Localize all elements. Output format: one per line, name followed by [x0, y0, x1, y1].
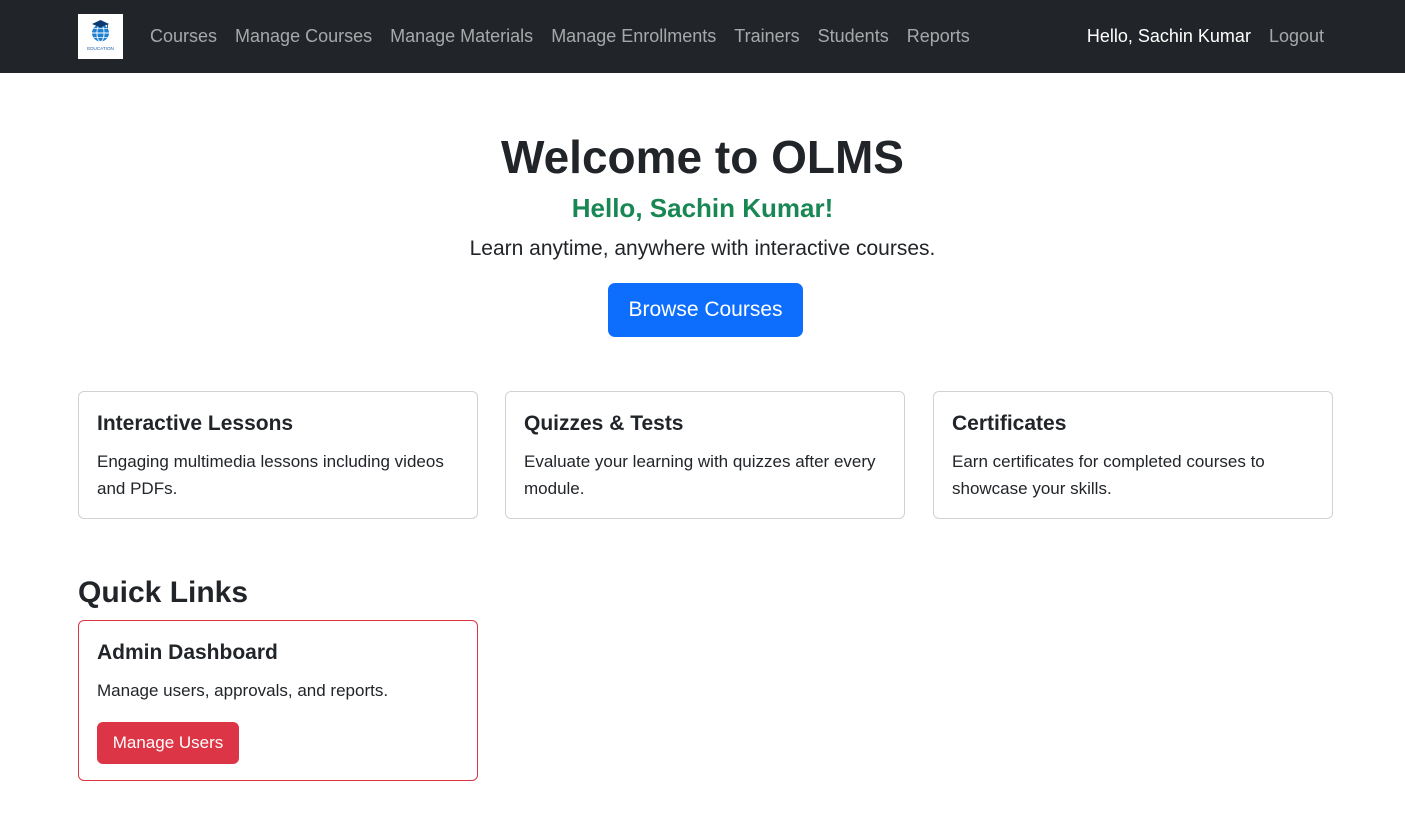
nav-link-manage-enrollments[interactable]: Manage Enrollments — [551, 26, 716, 47]
hero-tagline: Learn anytime, anywhere with interactive… — [469, 237, 936, 260]
feature-card-quizzes-tests: Quizzes & Tests Evaluate your learning w… — [505, 391, 905, 519]
admin-card-title: Admin Dashboard — [97, 641, 278, 664]
manage-users-button[interactable]: Manage Users — [97, 722, 239, 764]
top-navbar: EDUCATION Courses Manage Courses Manage … — [0, 0, 1405, 73]
nav-links: Courses Manage Courses Manage Materials … — [150, 0, 988, 73]
quick-links-heading: Quick Links — [78, 576, 249, 609]
feature-card-interactive-lessons: Interactive Lessons Engaging multimedia … — [78, 391, 478, 519]
nav-link-reports[interactable]: Reports — [907, 26, 970, 47]
brand-logo[interactable]: EDUCATION — [78, 14, 123, 59]
user-greeting: Hello, Sachin Kumar — [1086, 26, 1251, 46]
feature-card-title: Quizzes & Tests — [524, 412, 684, 435]
nav-link-trainers[interactable]: Trainers — [734, 26, 799, 47]
logout-link[interactable]: Logout — [1269, 26, 1324, 47]
nav-link-manage-materials[interactable]: Manage Materials — [390, 26, 533, 47]
feature-card-title: Interactive Lessons — [97, 412, 294, 435]
feature-card-title: Certificates — [952, 412, 1067, 435]
feature-card-certificates: Certificates Earn certificates for compl… — [933, 391, 1333, 519]
nav-link-manage-courses[interactable]: Manage Courses — [235, 26, 372, 47]
hero-greeting: Hello, Sachin Kumar! — [571, 193, 834, 223]
admin-dashboard-card: Admin Dashboard Manage users, approvals,… — [78, 620, 478, 781]
svg-text:EDUCATION: EDUCATION — [87, 46, 114, 51]
browse-courses-button[interactable]: Browse Courses — [608, 283, 803, 337]
page-title: Welcome to OLMS — [501, 131, 904, 183]
education-logo-icon: EDUCATION — [87, 20, 114, 51]
feature-card-text: Evaluate your learning with quizzes afte… — [524, 452, 876, 498]
nav-link-courses[interactable]: Courses — [150, 26, 217, 47]
nav-link-students[interactable]: Students — [818, 26, 889, 47]
feature-card-text: Engaging multimedia lessons including vi… — [97, 452, 444, 498]
nav-user-area: Hello, Sachin Kumar Logout — [1087, 0, 1324, 73]
feature-card-text: Earn certificates for completed courses … — [952, 452, 1265, 498]
admin-card-text: Manage users, approvals, and reports. — [97, 681, 389, 700]
